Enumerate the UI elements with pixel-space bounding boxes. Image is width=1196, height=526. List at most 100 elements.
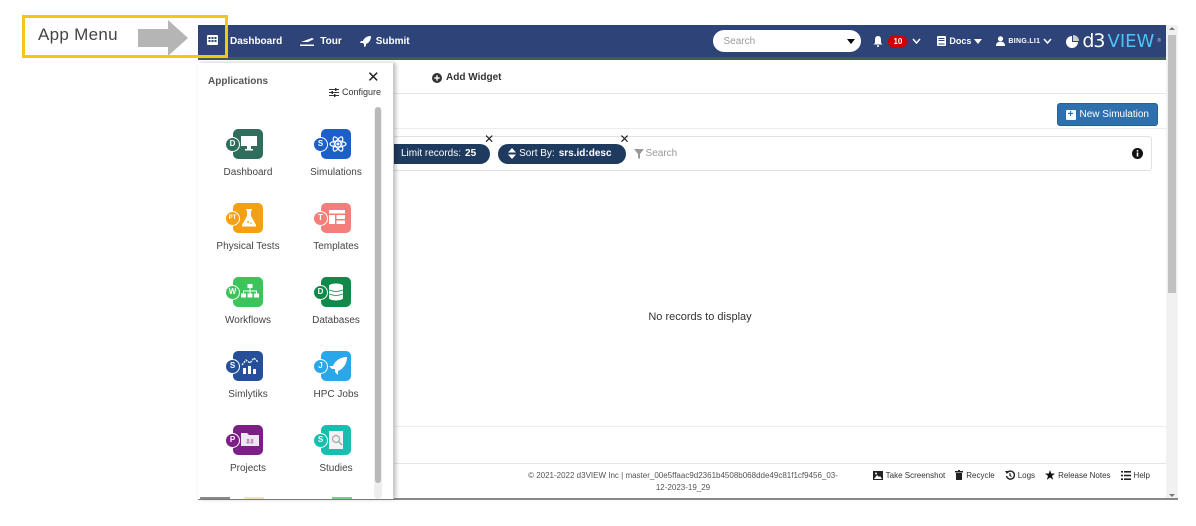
remove-sort-icon[interactable]: ✕: [619, 133, 631, 145]
help-link[interactable]: Help: [1120, 470, 1150, 480]
add-widget-label: Add Widget: [446, 72, 502, 83]
app-letter-badge: PT: [225, 211, 240, 226]
filter-search[interactable]: [633, 148, 726, 159]
sort-chip[interactable]: Sort By: srs.id:desc ✕: [498, 133, 630, 164]
global-search[interactable]: [713, 30, 862, 52]
filter-search-input[interactable]: [645, 148, 726, 159]
app-label: Physical Tests: [216, 241, 280, 252]
app-icon-workflows: W: [225, 277, 263, 307]
app-tile-simulations[interactable]: S Simulations: [292, 129, 380, 178]
app-label: Simulations: [310, 167, 362, 178]
nav-submit[interactable]: Submit: [359, 35, 410, 47]
app-letter-badge: D: [225, 137, 240, 152]
release-notes-label: Release Notes: [1058, 470, 1111, 480]
limit-records-chip[interactable]: Limit records: 25 ✕: [379, 133, 494, 164]
app-letter-badge: T: [313, 211, 328, 226]
rocket-icon: [329, 357, 347, 375]
next-row-peek: [332, 497, 352, 499]
search-dropdown-icon[interactable]: [847, 38, 856, 44]
logs-link[interactable]: Logs: [1004, 470, 1036, 480]
plus-icon: +: [1065, 109, 1076, 120]
recycle-label: Recycle: [966, 470, 995, 480]
chevron-down-icon[interactable]: [912, 38, 921, 44]
app-icon-studies: S: [313, 425, 351, 455]
scroll-down-icon[interactable]: [1169, 494, 1175, 497]
app-tile-databases[interactable]: D Databases: [292, 277, 380, 326]
app-tile-hpc-jobs[interactable]: J HPC Jobs: [292, 351, 380, 400]
scroll-up-icon[interactable]: [1169, 27, 1175, 30]
app-icon-projects: P: [225, 425, 263, 455]
user-menu[interactable]: BING.LI1: [996, 36, 1052, 46]
limit-value: 25: [465, 148, 477, 159]
app-letter-badge: J: [313, 359, 328, 374]
d3view-logo[interactable]: d3 VIEW ®: [1066, 30, 1161, 52]
nav-submit-label: Submit: [375, 35, 410, 47]
user-icon: [996, 36, 1006, 46]
recycle-link[interactable]: Recycle: [955, 470, 995, 480]
next-row-peek: [244, 497, 264, 499]
sort-icon: [508, 148, 517, 159]
take-screenshot-label: Take Screenshot: [885, 470, 946, 480]
app-tile-studies[interactable]: S Studies: [292, 425, 380, 474]
star-icon: [1045, 470, 1056, 480]
new-simulation-label: New Simulation: [1079, 109, 1149, 120]
user-name: BING.LI1: [1008, 37, 1041, 45]
logo-view: VIEW: [1107, 30, 1155, 52]
app-tile-projects[interactable]: P Projects: [204, 425, 292, 474]
docs-label: Docs: [949, 36, 972, 46]
database-icon: [329, 283, 343, 301]
notification-badge[interactable]: 10: [888, 34, 908, 48]
next-row-peek: [200, 497, 230, 499]
nav-tour-label: Tour: [320, 35, 342, 47]
folder-icon: [241, 433, 259, 446]
close-icon[interactable]: ✕: [367, 68, 380, 86]
logs-label: Logs: [1017, 470, 1036, 480]
app-label: Dashboard: [223, 167, 273, 178]
app-icon-physical-tests: PT: [225, 203, 263, 233]
footer-links: Take Screenshot Recycle Logs Release Not…: [872, 470, 1150, 480]
copyright-line-1: © 2021-2022 d3VIEW Inc | master_00e5ffaa…: [528, 471, 838, 480]
take-screenshot-link[interactable]: Take Screenshot: [872, 470, 946, 480]
bell-icon[interactable]: [873, 35, 883, 47]
add-widget-button[interactable]: Add Widget: [432, 72, 501, 83]
release-notes-link[interactable]: Release Notes: [1045, 470, 1111, 480]
info-icon[interactable]: [1132, 148, 1143, 159]
app-tile-workflows[interactable]: W Workflows: [204, 277, 292, 326]
configure-label: Configure: [342, 87, 382, 97]
registered-mark: ®: [1157, 38, 1161, 44]
app-icon-dashboard: D: [225, 129, 263, 159]
nav-tour[interactable]: Tour: [300, 35, 342, 47]
magnifier-doc-icon: [329, 431, 343, 449]
filter-bar: Limit records: 25 ✕ Sort By: srs.id:desc…: [378, 133, 1152, 171]
app-label: Simlytiks: [228, 389, 268, 400]
remove-limit-icon[interactable]: ✕: [483, 133, 495, 145]
logo-d3: d3: [1082, 30, 1105, 52]
page-scrollbar[interactable]: [1166, 25, 1178, 499]
app-icon-simlytiks: S: [225, 351, 263, 381]
rocket-icon: [359, 35, 371, 47]
page-scrollbar-thumb[interactable]: [1168, 35, 1176, 293]
app-label: Templates: [313, 241, 359, 252]
configure-button[interactable]: Configure: [329, 87, 381, 97]
app-tile-dashboard[interactable]: D Dashboard: [204, 129, 292, 178]
plane-icon: [300, 38, 315, 46]
flask-icon: [242, 209, 256, 227]
app-letter-badge: S: [225, 359, 240, 374]
app-label: Projects: [229, 463, 267, 474]
nav-dashboard[interactable]: Dashboard: [230, 36, 282, 47]
image-icon: [872, 470, 883, 480]
global-search-input[interactable]: [723, 35, 834, 47]
hierarchy-icon: [241, 284, 259, 298]
app-tile-templates[interactable]: T Templates: [292, 203, 380, 252]
app-tile-physical-tests[interactable]: PT Physical Tests: [204, 203, 292, 252]
atom-icon: [329, 136, 347, 152]
book-icon: [937, 36, 947, 46]
docs-menu[interactable]: Docs: [937, 36, 983, 46]
trash-icon: [955, 470, 964, 480]
app-tile-simlytiks[interactable]: S Simlytiks: [204, 351, 292, 400]
monitor-icon: [241, 136, 257, 151]
pie-logo-icon: [1066, 34, 1080, 48]
app-menu-title: Applications: [208, 76, 269, 87]
new-simulation-button[interactable]: + New Simulation: [1056, 103, 1158, 126]
app-label: Studies: [319, 463, 353, 474]
